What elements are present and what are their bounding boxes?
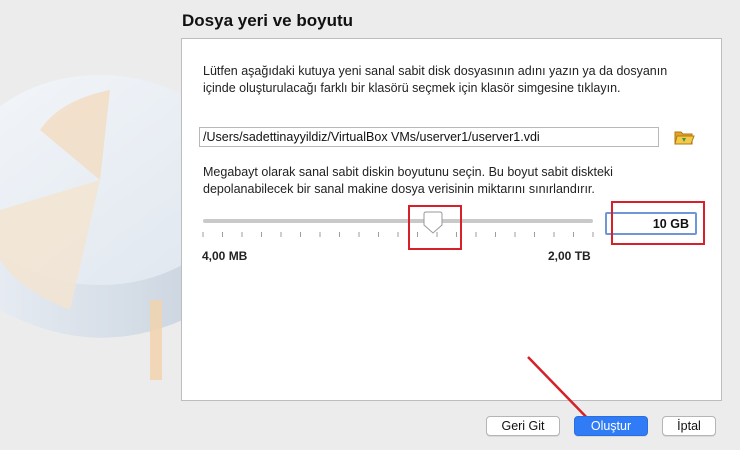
location-description: Lütfen aşağıdaki kutuya yeni sanal sabit… <box>203 64 668 95</box>
disk-size-input[interactable] <box>605 212 697 235</box>
create-button[interactable]: Oluştur <box>574 416 648 436</box>
size-slider-thumb[interactable] <box>422 211 444 235</box>
cancel-button[interactable]: İptal <box>662 416 716 436</box>
folder-open-icon[interactable] <box>673 127 695 147</box>
slider-min-label: 4,00 MB <box>202 249 248 263</box>
file-path-input[interactable] <box>199 127 659 147</box>
size-slider-track[interactable] <box>203 219 593 223</box>
back-button[interactable]: Geri Git <box>486 416 560 436</box>
size-description: Megabayt olarak sanal sabit diskin boyut… <box>203 165 613 196</box>
page-title: Dosya yeri ve boyutu <box>182 11 354 30</box>
slider-max-label: 2,00 TB <box>548 249 591 263</box>
